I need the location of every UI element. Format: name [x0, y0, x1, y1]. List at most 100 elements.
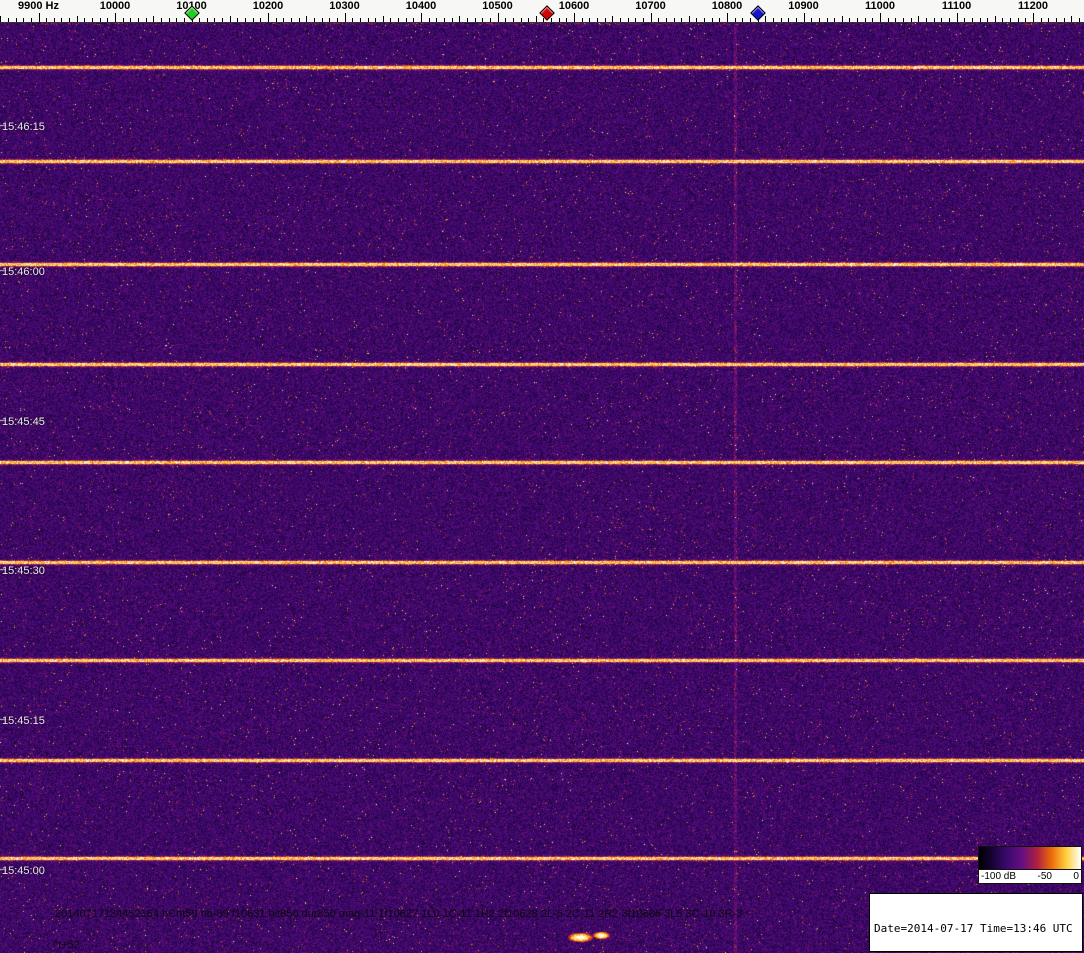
ruler-tick — [581, 18, 583, 22]
ruler-tick — [245, 18, 247, 22]
time-tick-label: 15:46:00 — [2, 266, 45, 278]
freq-tick-label: 10900 — [788, 0, 819, 12]
ruler-tick — [956, 13, 958, 22]
ruler-tick — [321, 18, 323, 22]
ruler-tick — [727, 13, 728, 22]
blue-frequency-marker-icon[interactable] — [749, 5, 766, 21]
colorbar-min-label: -100 dB — [981, 871, 1017, 882]
freq-tick-label: 11200 — [1018, 0, 1048, 12]
ruler-tick — [84, 18, 86, 22]
ruler-tick — [742, 18, 744, 22]
freq-tick-label: 10800 — [711, 0, 743, 12]
ruler-tick — [375, 18, 377, 22]
freq-tick-label: 10000 — [99, 0, 131, 12]
ruler-tick — [291, 18, 292, 22]
ruler-tick — [834, 18, 836, 22]
ruler-tick — [803, 13, 805, 22]
ruler-tick — [122, 18, 124, 22]
colorbar-mid-label: -50 — [1037, 871, 1052, 882]
ruler-tick — [895, 18, 897, 22]
ruler-tick — [298, 18, 300, 22]
ruler-tick — [30, 18, 32, 22]
spectrogram-app: 9900 Hz100001010010200103001040010500106… — [0, 0, 1084, 953]
ruler-tick — [38, 13, 40, 22]
colorbar-labels: -100 dB -50 0 — [978, 870, 1082, 884]
ruler-tick — [1048, 18, 1050, 22]
ruler-tick — [512, 18, 514, 22]
freq-tick-label: 10200 — [252, 0, 284, 12]
ruler-tick — [489, 18, 491, 22]
ruler-tick — [206, 18, 208, 22]
ruler-tick — [474, 18, 476, 22]
ruler-tick — [604, 18, 606, 22]
ruler-tick — [688, 16, 690, 22]
ruler-tick — [734, 18, 736, 22]
ruler-tick — [421, 13, 422, 22]
freq-tick-label: 10400 — [405, 0, 437, 12]
ruler-tick — [635, 18, 637, 22]
observation-info-box: Date=2014-07-17 Time=13:46 UTC Freq=143 … — [869, 893, 1083, 952]
ruler-tick — [268, 13, 269, 22]
colorbar-gradient — [978, 846, 1082, 870]
ruler-tick — [1017, 18, 1019, 22]
ruler-tick — [941, 18, 943, 22]
ruler-tick — [199, 18, 201, 22]
ruler-tick — [681, 18, 683, 22]
ruler-tick — [711, 18, 713, 22]
ruler-tick — [413, 18, 415, 22]
ruler-tick — [359, 18, 361, 22]
ruler-tick — [23, 18, 25, 22]
ruler-tick — [1056, 18, 1057, 22]
ruler-tick — [76, 16, 78, 22]
info-date-line: Date=2014-07-17 Time=13:46 UTC — [874, 922, 1073, 935]
ruler-tick — [520, 18, 522, 22]
ruler-tick — [857, 18, 859, 22]
colorbar: -100 dB -50 0 — [978, 846, 1082, 884]
ruler-tick — [551, 18, 552, 22]
ruler-tick — [443, 18, 445, 22]
ruler-tick — [436, 18, 438, 22]
ruler-tick — [642, 18, 644, 22]
freq-tick-label: 10600 — [558, 0, 590, 12]
ruler-tick — [566, 18, 568, 22]
ruler-tick — [971, 18, 973, 22]
time-tick-label: 15:45:15 — [2, 715, 45, 727]
ruler-tick — [864, 18, 866, 22]
ruler-tick — [153, 16, 155, 22]
ruler-tick — [107, 18, 109, 22]
ruler-tick — [979, 18, 981, 22]
ruler-tick — [650, 13, 652, 22]
ruler-tick — [352, 18, 354, 22]
ruler-tick — [451, 18, 453, 22]
ruler-tick — [214, 18, 216, 22]
ruler-tick — [336, 18, 338, 22]
freq-tick-label: 10500 — [482, 0, 513, 12]
ruler-tick — [382, 16, 384, 22]
ruler-tick — [482, 18, 484, 22]
ruler-tick — [765, 16, 767, 22]
ruler-tick — [398, 18, 400, 22]
ruler-tick — [497, 13, 499, 22]
red-frequency-marker-icon[interactable] — [539, 5, 555, 21]
ruler-tick — [925, 18, 927, 22]
ruler-tick — [46, 18, 48, 22]
ruler-tick — [137, 18, 139, 22]
ruler-tick — [696, 18, 698, 22]
ruler-tick — [795, 18, 797, 22]
ruler-tick — [252, 18, 254, 22]
ruler-tick — [987, 18, 989, 22]
ruler-tick — [115, 13, 116, 22]
ruler-tick — [344, 13, 346, 22]
ruler-tick — [612, 16, 614, 22]
waterfall-display[interactable] — [0, 22, 1084, 953]
time-tick-label: 15:45:00 — [2, 865, 45, 877]
ruler-tick — [459, 16, 461, 22]
ruler-tick — [994, 16, 996, 22]
ruler-tick — [466, 18, 468, 22]
detection-log-text: 20140717134452164 hCnt59 nb-89 f10631 hi… — [55, 908, 743, 920]
ruler-tick — [1063, 18, 1065, 22]
ruler-tick — [405, 18, 407, 22]
ruler-tick — [1071, 16, 1073, 22]
ruler-tick — [811, 18, 813, 22]
ruler-tick — [505, 18, 507, 22]
